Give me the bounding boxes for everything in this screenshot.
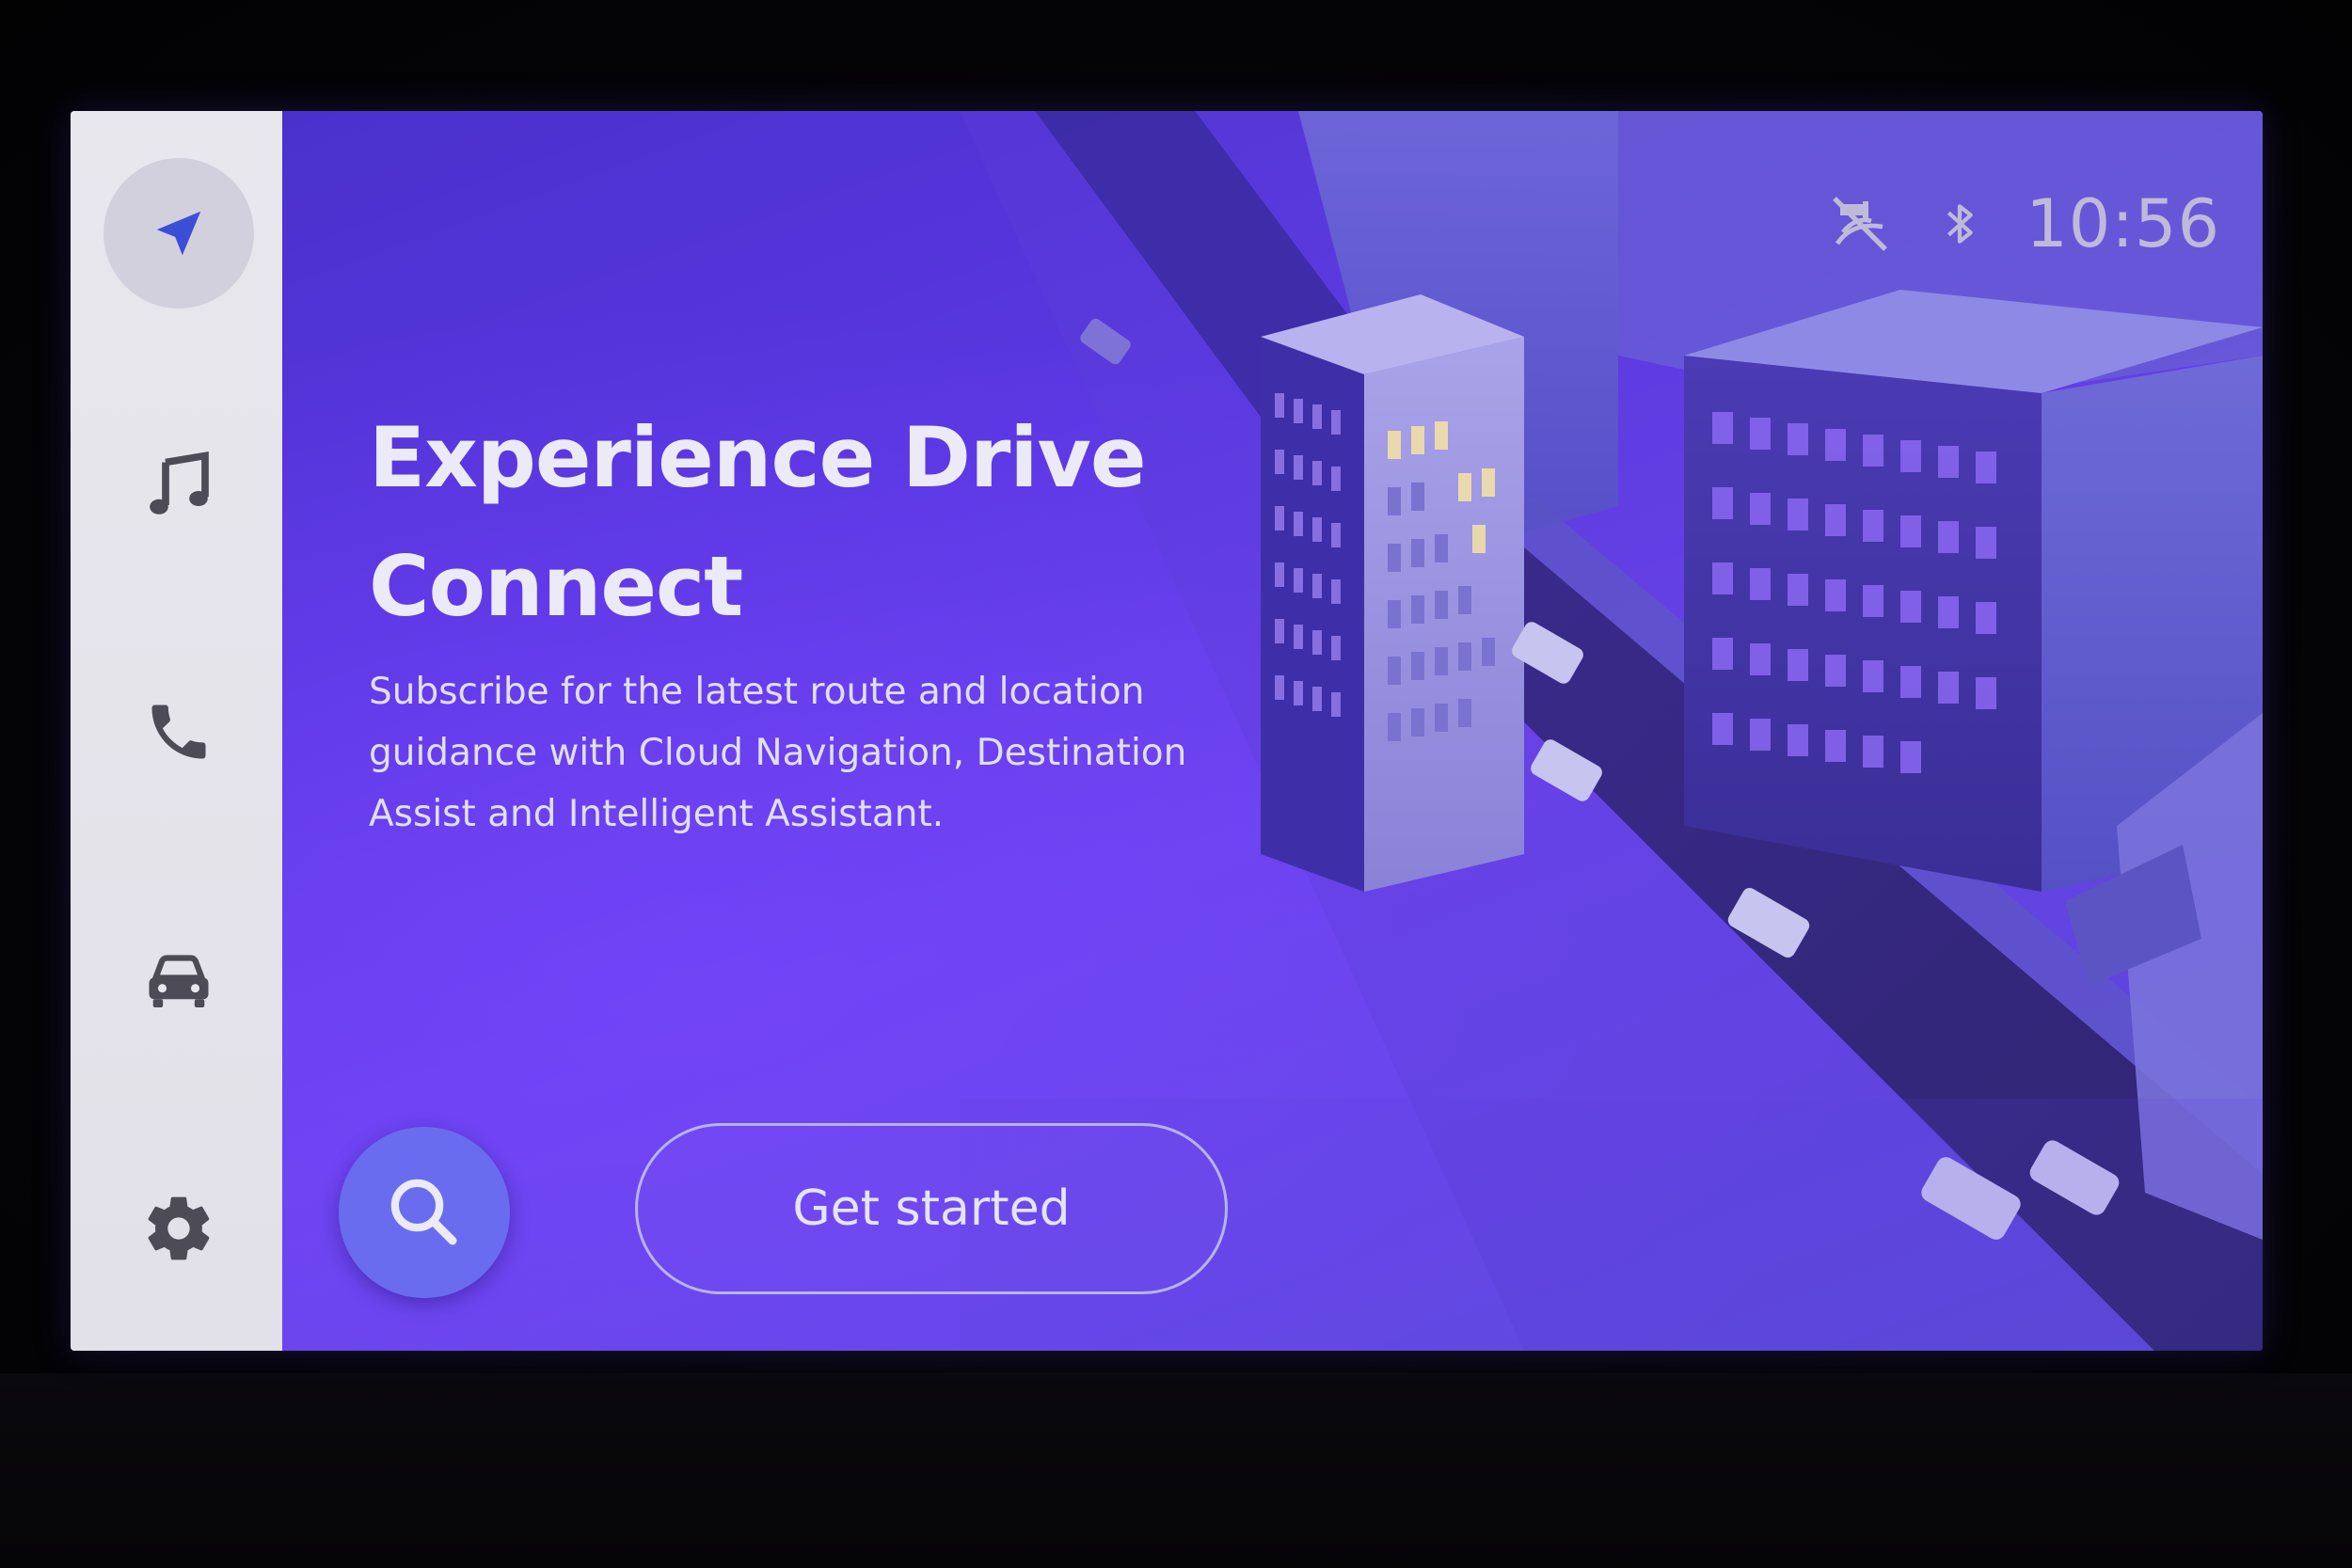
main-content: 10:56 Experience Drive Connect Subscribe…: [282, 111, 2263, 1351]
screen-bezel: [0, 1373, 2352, 1568]
no-location-signal-icon: [1833, 197, 1888, 251]
navigation-arrow-icon: [156, 211, 201, 256]
music-note-icon: [150, 451, 209, 515]
car-icon: [149, 955, 209, 1007]
bluetooth-icon: [1947, 204, 1974, 244]
phone-icon: [151, 705, 206, 759]
status-bar: 10:56: [1826, 177, 2220, 271]
gear-icon: [148, 1196, 210, 1260]
search-button[interactable]: [339, 1127, 510, 1298]
infotainment-screen: 10:56 Experience Drive Connect Subscribe…: [71, 111, 2263, 1351]
page-description: Subscribe for the latest route and locat…: [369, 671, 1187, 835]
sidebar: [71, 111, 282, 1351]
get-started-button[interactable]: Get started: [635, 1123, 1228, 1294]
sidebar-item-settings[interactable]: [103, 1153, 254, 1304]
page-title: Experience Drive Connect: [369, 409, 1147, 635]
clock: 10:56: [2026, 185, 2220, 262]
sidebar-item-music[interactable]: [103, 410, 254, 561]
sidebar-item-vehicle[interactable]: [103, 906, 254, 1056]
sidebar-item-phone[interactable]: [103, 657, 254, 807]
search-icon: [390, 1179, 457, 1245]
sidebar-item-navigation[interactable]: [103, 158, 254, 309]
